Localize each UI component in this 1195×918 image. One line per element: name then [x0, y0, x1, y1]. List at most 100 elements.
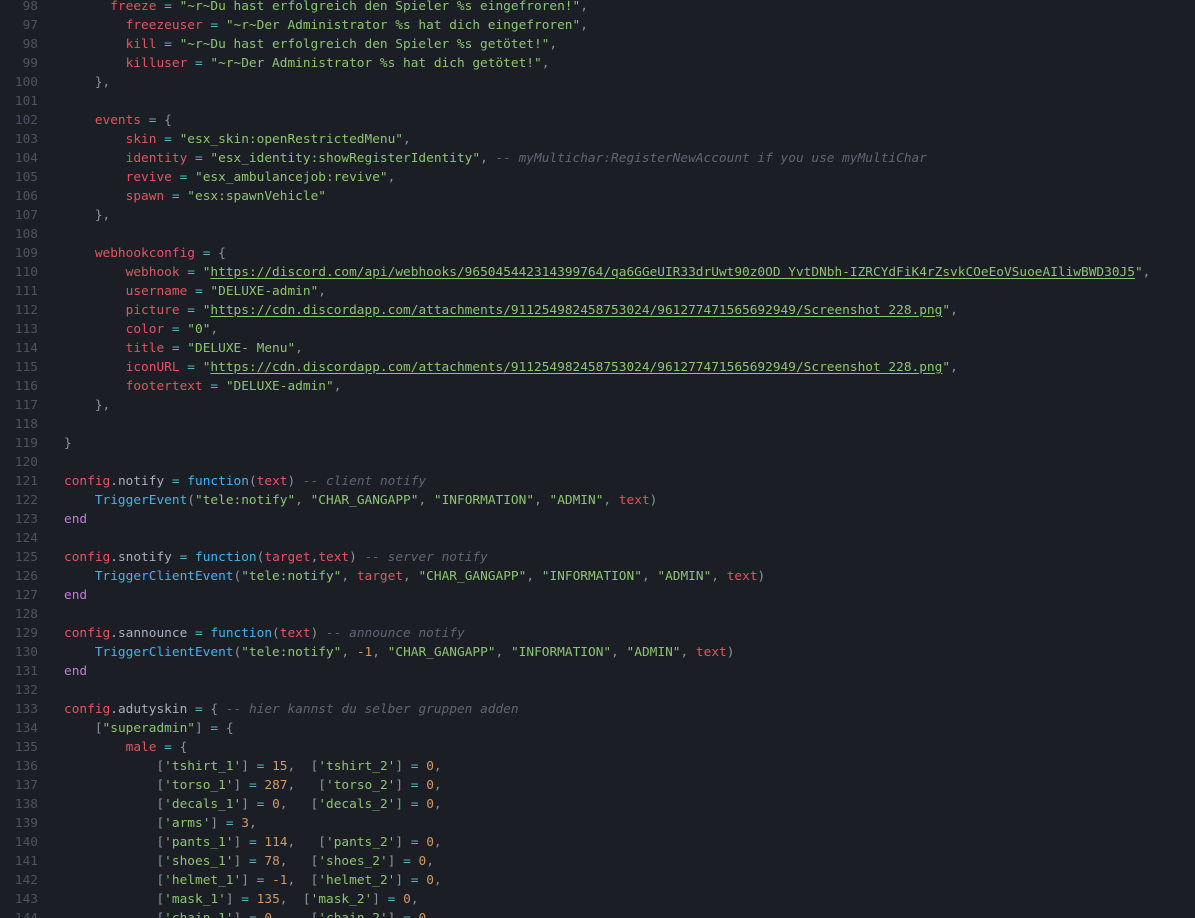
code-token: ( — [248, 474, 257, 489]
code-token[interactable]: https://cdn.discordapp.com/attachments/9… — [210, 360, 942, 375]
code-token: = — [403, 854, 419, 869]
code-line[interactable]: 101 — [0, 92, 1195, 111]
line-number: 120 — [14, 455, 38, 470]
code-line[interactable]: 133 config.adutyskin = { -- hier kannst d… — [0, 700, 1195, 719]
code-line[interactable]: 102 events = { — [0, 111, 1195, 130]
code-text: picture = "https://cdn.discordapp.com/at… — [64, 301, 958, 320]
line-number: 107 — [14, 208, 38, 223]
code-token: "DELUXE-admin" — [210, 284, 319, 299]
code-line[interactable]: 143 ['mask_1'] = 135, ['mask_2'] = 0, — [0, 890, 1195, 909]
code-token: 3 — [241, 816, 249, 831]
code-line[interactable]: 127 end — [0, 586, 1195, 605]
code-token: = — [187, 151, 211, 166]
line-number: 128 — [14, 607, 38, 622]
code-token: , — [372, 645, 388, 660]
code-line[interactable]: 116 footertext = "DELUXE-admin", — [0, 377, 1195, 396]
code-line[interactable]: 118 — [0, 415, 1195, 434]
code-line[interactable]: 126 TriggerClientEvent("tele:notify", ta… — [0, 567, 1195, 586]
code-token: [ — [64, 797, 165, 812]
code-line[interactable]: 140 ['pants_1'] = 114, ['pants_2'] = 0, — [0, 833, 1195, 852]
code-line[interactable]: 130 TriggerClientEvent("tele:notify", -1… — [0, 643, 1195, 662]
code-line[interactable]: 98 freeze = "~r~Du hast erfolgreich den … — [0, 0, 1195, 16]
code-token: [ — [64, 911, 164, 918]
line-number: 102 — [14, 113, 38, 128]
code-token: , — [403, 569, 419, 584]
code-token: , — [418, 493, 434, 508]
code-line[interactable]: 139 ['arms'] = 3, — [0, 814, 1195, 833]
code-line[interactable]: 121 config.notify = function(text) -- cli… — [0, 472, 1195, 491]
code-token: }, — [64, 75, 111, 90]
code-line[interactable]: 135 male = { — [0, 738, 1195, 757]
code-token: 78 — [264, 854, 280, 869]
line-number: 142 — [14, 873, 38, 888]
code-line[interactable]: 106 spawn = "esx:spawnVehicle" — [0, 187, 1195, 206]
code-token: }, — [64, 208, 111, 223]
code-editor[interactable]: 98 freeze = "~r~Du hast erfolgreich den … — [0, 0, 1195, 918]
code-line[interactable]: 98 kill = "~r~Du hast erfolgreich den Sp… — [0, 35, 1195, 54]
code-line[interactable]: 123 end — [0, 510, 1195, 529]
code-line[interactable]: 109 webhookconfig = { — [0, 244, 1195, 263]
line-number: 118 — [14, 417, 38, 432]
code-token: = — [156, 37, 180, 52]
code-line[interactable]: 144 ['chain_1'] = 0, ['chain_2'] = 0, — [0, 909, 1195, 918]
code-token: , [ — [279, 797, 319, 812]
code-line[interactable]: 100 }, — [0, 73, 1195, 92]
code-token: = — [410, 759, 427, 774]
code-line[interactable]: 108 — [0, 225, 1195, 244]
code-line[interactable]: 111 username = "DELUXE-admin", — [0, 282, 1195, 301]
code-token: , — [580, 0, 588, 14]
code-line[interactable]: 117 }, — [0, 396, 1195, 415]
code-line[interactable]: 97 freezeuser = "~r~Der Administrator %s… — [0, 16, 1195, 35]
code-line[interactable]: 137 ['torso_1'] = 287, ['torso_2'] = 0, — [0, 776, 1195, 795]
code-line[interactable]: 120 — [0, 453, 1195, 472]
code-line[interactable]: 110 webhook = "https://discord.com/api/w… — [0, 263, 1195, 282]
code-text: title = "DELUXE- Menu", — [64, 339, 303, 358]
code-line[interactable]: 132 — [0, 681, 1195, 700]
code-line[interactable]: 103 skin = "esx_skin:openRestrictedMenu"… — [0, 130, 1195, 149]
code-token: -- announce notify — [326, 626, 465, 641]
code-line[interactable]: 99 killuser = "~r~Der Administrator %s h… — [0, 54, 1195, 73]
line-number: 122 — [14, 493, 38, 508]
code-line[interactable]: 125 config.snotify = function(target,text… — [0, 548, 1195, 567]
code-line[interactable]: 112 picture = "https://cdn.discordapp.co… — [0, 301, 1195, 320]
code-token: "esx_identity:showRegisterIdentity" — [210, 151, 481, 166]
code-line[interactable]: 124 — [0, 529, 1195, 548]
line-number: 100 — [14, 75, 38, 90]
code-token: [ — [64, 721, 103, 736]
code-line[interactable]: 141 ['shoes_1'] = 78, ['shoes_2'] = 0, — [0, 852, 1195, 871]
code-token: "esx_ambulancejob:revive" — [195, 170, 388, 185]
code-line[interactable]: 122 TriggerEvent("tele:notify", "CHAR_GA… — [0, 491, 1195, 510]
code-line[interactable]: 128 — [0, 605, 1195, 624]
code-line[interactable]: 113 color = "0", — [0, 320, 1195, 339]
line-number: 125 — [14, 550, 38, 565]
code-token: function — [187, 474, 249, 489]
code-token: , — [295, 493, 311, 508]
code-token: = — [179, 360, 203, 375]
code-token[interactable]: https://discord.com/api/webhooks/9650454… — [210, 265, 1135, 280]
code-line[interactable]: 134 ["superadmin"] = { — [0, 719, 1195, 738]
code-line[interactable]: 104 identity = "esx_identity:showRegiste… — [0, 149, 1195, 168]
code-token: = — [387, 892, 404, 907]
code-line[interactable]: 138 ['decals_1'] = 0, ['decals_2'] = 0, — [0, 795, 1195, 814]
code-token: = — [164, 189, 188, 204]
code-line[interactable]: 107 }, — [0, 206, 1195, 225]
code-line[interactable]: 142 ['helmet_1'] = -1, ['helmet_2'] = 0, — [0, 871, 1195, 890]
code-line[interactable]: 114 title = "DELUXE- Menu", — [0, 339, 1195, 358]
code-line[interactable]: 105 revive = "esx_ambulancejob:revive", — [0, 168, 1195, 187]
code-token: , — [680, 645, 696, 660]
code-token: 0 — [426, 797, 434, 812]
code-token: 'tshirt_2' — [318, 759, 396, 774]
code-line[interactable]: 131 end — [0, 662, 1195, 681]
code-line[interactable]: 119} — [0, 434, 1195, 453]
line-number: 112 — [14, 303, 38, 318]
code-token: 'mask_2' — [310, 892, 373, 907]
code-line[interactable]: 115 iconURL = "https://cdn.discordapp.co… — [0, 358, 1195, 377]
code-token: ) — [310, 626, 327, 641]
code-line[interactable]: 136 ['tshirt_1'] = 15, ['tshirt_2'] = 0, — [0, 757, 1195, 776]
line-number: 106 — [14, 189, 38, 204]
code-line[interactable]: 129 config.sannounce = function(text) -- … — [0, 624, 1195, 643]
code-token: , — [950, 303, 958, 318]
code-token[interactable]: https://cdn.discordapp.com/attachments/9… — [210, 303, 942, 318]
code-text: }, — [64, 206, 110, 225]
code-text: spawn = "esx:spawnVehicle" — [64, 187, 326, 206]
